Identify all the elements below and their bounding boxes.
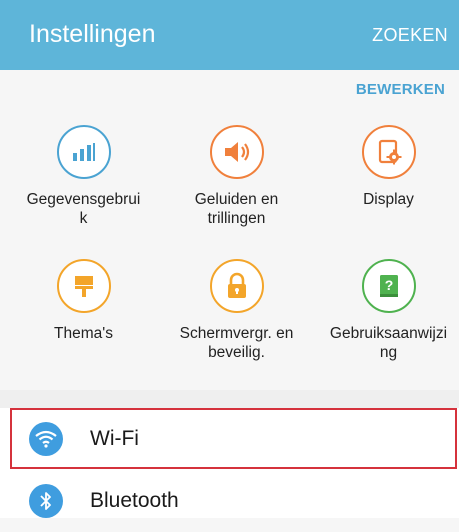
svg-text:?: ? [384,277,393,293]
quick-settings-grid: Gegevensgebrui k Geluiden en trillingen [0,113,459,383]
app-bar: Instellingen ZOEKEN [0,0,459,70]
quick-setting-sounds[interactable]: Geluiden en trillingen [160,125,313,228]
settings-list: Wi-Fi Bluetooth [0,408,459,518]
list-item-bluetooth[interactable]: Bluetooth [0,472,459,532]
data-usage-icon [56,125,111,179]
quick-setting-user-manual[interactable]: ? Gebruiksaanwijzi ng [312,259,459,362]
volume-icon [209,125,264,179]
quick-setting-label: Display [363,191,414,208]
quick-setting-label: Gebruiksaanwijzi [329,325,448,342]
quick-setting-lock-security[interactable]: Schermvergr. en beveilig. [160,259,313,362]
page-title: Instellingen [29,20,156,48]
user-manual-icon: ? [361,259,416,313]
quick-setting-label: Gegevensgebrui [26,191,141,208]
quick-setting-label: Geluiden en [194,191,279,208]
quick-setting-label: Thema's [54,325,113,342]
quick-setting-label: beveilig. [208,344,265,361]
display-settings-icon [361,125,416,179]
list-item-label: Wi-Fi [90,427,139,450]
quick-setting-label: Schermvergr. en [179,325,294,342]
theme-brush-icon [56,259,111,313]
quick-setting-label: trillingen [207,210,266,227]
quick-setting-label: k [79,210,88,227]
quick-setting-label: ng [379,344,398,361]
lock-icon [209,259,264,313]
list-item-label: Bluetooth [90,489,179,512]
wifi-icon [29,422,63,456]
quick-setting-display[interactable]: Display [312,125,459,209]
quick-setting-themes[interactable]: Thema's [7,259,160,343]
search-button[interactable]: ZOEKEN [372,25,448,46]
edit-button[interactable]: BEWERKEN [356,81,445,98]
bluetooth-icon [29,484,63,518]
quick-setting-data-usage[interactable]: Gegevensgebrui k [7,125,160,228]
list-item-wifi[interactable]: Wi-Fi [10,408,457,469]
section-divider [0,390,459,408]
